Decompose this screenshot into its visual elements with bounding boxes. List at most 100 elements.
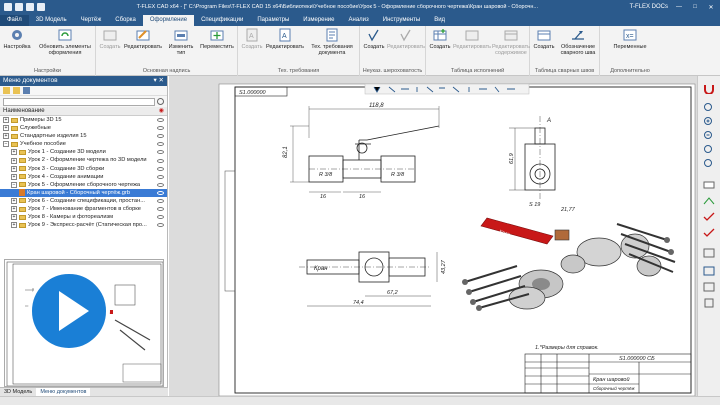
- tree-item[interactable]: + Урок 3 - Создание 3D сборки: [0, 165, 167, 173]
- visibility-eye-icon[interactable]: [157, 198, 164, 203]
- document-requirements-button[interactable]: Тех. требования документа: [306, 28, 358, 56]
- tree-item[interactable]: − Урок 5 - Оформление сборочного чертежа: [0, 181, 167, 189]
- visibility-eye-icon[interactable]: [157, 182, 164, 187]
- redo-icon[interactable]: [37, 3, 45, 11]
- visibility-eye-icon[interactable]: [157, 207, 164, 212]
- tab-analysis[interactable]: Анализ: [342, 15, 376, 26]
- zoom-window-icon[interactable]: [703, 144, 715, 154]
- tab-specifications[interactable]: Спецификации: [194, 15, 250, 26]
- tab-assembly[interactable]: Сборка: [108, 15, 143, 26]
- visibility-eye-icon[interactable]: [157, 150, 164, 155]
- tab-formatting[interactable]: Оформление: [142, 15, 195, 26]
- tree-item[interactable]: + Урок 9 - Экспресс-расчёт (Статическая п…: [0, 221, 167, 229]
- window-icon[interactable]: [703, 282, 715, 292]
- tab-3d-model[interactable]: 3D Модель: [29, 15, 74, 26]
- titleblock-edit-button[interactable]: Редактировать: [123, 28, 163, 50]
- tree-expander-icon[interactable]: +: [3, 117, 9, 124]
- zoom-out-icon[interactable]: [703, 130, 715, 140]
- variables-button[interactable]: x= Переменные: [604, 28, 656, 50]
- visibility-eye-icon[interactable]: [157, 190, 164, 195]
- weld-symbol-button[interactable]: Обозначение сварного шва: [557, 28, 599, 56]
- check-icon[interactable]: [703, 212, 715, 222]
- tree-item[interactable]: + Примеры 3D 15: [0, 116, 167, 124]
- scale-icon[interactable]: [703, 180, 715, 190]
- titleblock-create-button[interactable]: Создать: [98, 28, 122, 50]
- tree-item[interactable]: + Урок 2 - Оформление чертежа по 3D модел…: [0, 156, 167, 164]
- page-icon[interactable]: [703, 298, 715, 308]
- visibility-eye-icon[interactable]: [157, 142, 164, 147]
- video-play-button[interactable]: [28, 270, 110, 352]
- tree-expander-icon[interactable]: +: [11, 173, 17, 180]
- visibility-eye-icon[interactable]: [157, 215, 164, 220]
- tab-drawing[interactable]: Чертёж: [74, 15, 109, 26]
- zoom-fit-icon[interactable]: [703, 158, 715, 168]
- tree-item[interactable]: + Урок 1 - Создание 3D модели: [0, 148, 167, 156]
- variants-edit-button[interactable]: Редактировать: [453, 28, 491, 50]
- visibility-eye-icon[interactable]: [157, 174, 164, 179]
- tree-expander-icon[interactable]: +: [11, 165, 17, 172]
- tab-file[interactable]: Файл: [0, 15, 29, 26]
- undo-icon[interactable]: [26, 3, 34, 11]
- weld-create-button[interactable]: Создать: [532, 28, 556, 50]
- tree-column-header[interactable]: Наименование ◉: [0, 107, 167, 116]
- tree-expander-icon[interactable]: +: [3, 125, 9, 132]
- tree-item[interactable]: + Урок 7 - Именование фрагментов в сборке: [0, 205, 167, 213]
- drawing-sheet[interactable]: S1.000000 118,8 82,1 R 3/8 R 3/8 16 16 A…: [169, 76, 697, 396]
- search-input[interactable]: [3, 97, 155, 106]
- view-options-icon[interactable]: [23, 87, 30, 94]
- visibility-eye-icon[interactable]: [157, 126, 164, 131]
- zoom-in-icon[interactable]: [703, 116, 715, 126]
- tree-expander-icon[interactable]: +: [11, 222, 17, 229]
- tree-expander-icon[interactable]: +: [11, 197, 17, 204]
- properties-icon[interactable]: [703, 266, 715, 276]
- visibility-eye-icon[interactable]: [157, 158, 164, 163]
- grid-icon[interactable]: [703, 248, 715, 258]
- tab-tools[interactable]: Инструменты: [376, 15, 427, 26]
- maximize-button[interactable]: □: [690, 4, 700, 10]
- tree-item[interactable]: + Служебные: [0, 124, 167, 132]
- tree-item[interactable]: + Урок 8 - Камеры и фотореализм: [0, 213, 167, 221]
- tree-expander-icon[interactable]: +: [11, 149, 17, 156]
- visibility-eye-icon[interactable]: [157, 118, 164, 123]
- tree-expander-icon[interactable]: +: [11, 214, 17, 221]
- requirements-edit-button[interactable]: A Редактировать: [265, 28, 305, 50]
- search-icon[interactable]: [157, 98, 164, 105]
- variants-edit-content-button[interactable]: Редактировать содержимое: [492, 28, 530, 56]
- minimize-button[interactable]: —: [674, 4, 684, 10]
- magnet-icon[interactable]: [703, 84, 715, 95]
- save-icon[interactable]: [15, 3, 23, 11]
- visibility-eye-icon[interactable]: [157, 166, 164, 171]
- roughness-create-button[interactable]: Создать: [362, 28, 386, 50]
- tree-item[interactable]: Кран шаровой - Сборочный чертёж.grb: [0, 188, 167, 197]
- bottom-tab-3d-model[interactable]: 3D Модель: [0, 388, 36, 396]
- titleblock-move-button[interactable]: Переместить: [198, 28, 236, 50]
- add-folder-icon[interactable]: [3, 87, 10, 94]
- tree-item[interactable]: − Учебное пособие: [0, 140, 167, 148]
- titleblock-change-type-button[interactable]: Изменить тип: [165, 28, 197, 56]
- requirements-create-button[interactable]: A Создать: [240, 28, 264, 50]
- check-icon-2[interactable]: [703, 228, 715, 238]
- tree-expander-icon[interactable]: −: [3, 141, 9, 148]
- drawing-canvas[interactable]: S1.000000 118,8 82,1 R 3/8 R 3/8 16 16 A…: [169, 76, 697, 396]
- tree-expander-icon[interactable]: −: [11, 181, 17, 188]
- tree-expander-icon[interactable]: +: [3, 133, 9, 140]
- drawing-floating-toolbar[interactable]: [364, 83, 530, 95]
- roughness-edit-button[interactable]: Редактировать: [387, 28, 425, 50]
- tree-expander-icon[interactable]: +: [11, 157, 17, 164]
- tab-measurement[interactable]: Измерение: [296, 15, 341, 26]
- visibility-eye-icon[interactable]: [157, 223, 164, 228]
- layers-icon[interactable]: [703, 196, 715, 206]
- settings-button[interactable]: Настройка: [3, 28, 31, 50]
- product-label[interactable]: T-FLEX DOCs: [630, 4, 668, 10]
- app-logo-icon[interactable]: [4, 3, 12, 11]
- bottom-tab-document-menu[interactable]: Меню документов: [36, 388, 91, 396]
- tab-view[interactable]: Вид: [427, 15, 452, 26]
- visibility-eye-icon[interactable]: [157, 134, 164, 139]
- tree-expander-icon[interactable]: +: [11, 206, 17, 213]
- refresh-elements-button[interactable]: Обновить элементы оформления: [36, 28, 94, 56]
- tree-item[interactable]: + Урок 6 - Создание спецификации, простан…: [0, 197, 167, 205]
- tab-parameters[interactable]: Параметры: [250, 15, 296, 26]
- tree-item[interactable]: + Стандартные изделия 15: [0, 132, 167, 140]
- tree-item[interactable]: + Урок 4 - Создание анимации: [0, 173, 167, 181]
- open-folder-icon[interactable]: [13, 87, 20, 94]
